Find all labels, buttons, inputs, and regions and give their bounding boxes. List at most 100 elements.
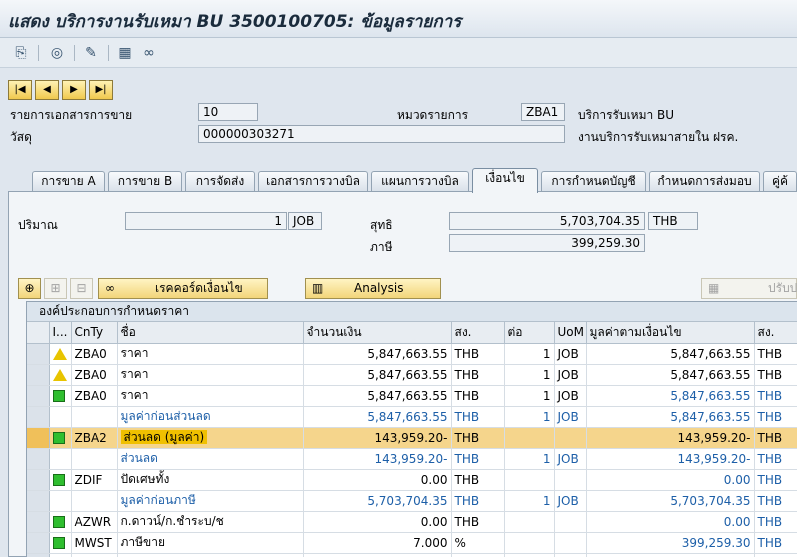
row-selector[interactable] xyxy=(27,490,50,512)
uom-cell[interactable]: JOB xyxy=(554,406,587,428)
name-cell[interactable]: ก.ดาวน์/ก.ชำระบ/ช xyxy=(117,511,304,533)
table-row[interactable]: มูลค่าก่อนส่วนลด 5,847,663.55 THB 1 JOB 5,847… xyxy=(27,406,797,428)
condition-value-cell[interactable]: 5,847,663.55 xyxy=(586,385,755,407)
tab-schedule-lines[interactable]: กำหนดการส่งมอบ xyxy=(649,171,760,192)
table-row[interactable]: ภาษีขาย xyxy=(27,553,797,557)
table-row[interactable]: ZBA0 ราคา 5,847,663.55 THB 1 JOB 5,847,663.55 T… xyxy=(27,343,797,365)
uom-cell[interactable]: JOB xyxy=(554,448,587,470)
material-field[interactable]: 000000303271 xyxy=(198,125,565,143)
amount-cell[interactable]: 5,847,663.55 xyxy=(303,364,452,386)
currency-cell[interactable]: THB xyxy=(451,364,505,386)
table-row[interactable]: ZBA2 ส่วนลด (มูลค่า) 143,959.20- THB 143,959… xyxy=(27,427,797,449)
cnty-cell[interactable] xyxy=(71,448,118,470)
net-value-field[interactable]: 5,703,704.35 xyxy=(449,212,645,230)
value-currency-cell[interactable]: THB xyxy=(754,511,797,533)
cnty-cell[interactable] xyxy=(71,406,118,428)
currency-cell[interactable] xyxy=(451,553,505,557)
currency-cell[interactable]: THB xyxy=(451,490,505,512)
tab-partners[interactable]: คู่ค้ xyxy=(763,171,797,192)
analysis-button[interactable]: ▥ Analysis xyxy=(305,278,441,299)
row-selector[interactable] xyxy=(27,532,50,554)
row-selector[interactable] xyxy=(27,385,50,407)
per-cell[interactable]: 1 xyxy=(504,385,555,407)
uom-cell[interactable]: JOB xyxy=(554,385,587,407)
per-cell[interactable] xyxy=(504,469,555,491)
col-header-icon[interactable]: I... xyxy=(49,322,72,344)
row-selector[interactable] xyxy=(27,427,50,449)
tax-field[interactable]: 399,259.30 xyxy=(449,234,645,252)
item-category-field[interactable]: ZBA1 xyxy=(521,103,565,121)
row-selector-header[interactable] xyxy=(27,322,50,344)
condition-value-cell[interactable] xyxy=(586,553,755,557)
display-change-icon[interactable]: ⎘ xyxy=(12,44,30,62)
tab-sales-b[interactable]: การขาย B xyxy=(108,171,182,192)
cnty-cell[interactable] xyxy=(71,553,118,557)
delete-row-button[interactable]: ⊟ xyxy=(70,278,93,299)
condition-value-cell[interactable]: 0.00 xyxy=(586,511,755,533)
name-cell[interactable]: ส่วนลด xyxy=(117,448,304,470)
row-selector[interactable] xyxy=(27,343,50,365)
amount-cell[interactable]: 143,959.20- xyxy=(303,427,452,449)
uom-cell[interactable]: JOB xyxy=(554,490,587,512)
value-currency-cell[interactable]: THB xyxy=(754,490,797,512)
condition-value-cell[interactable]: 5,703,704.35 xyxy=(586,490,755,512)
cnty-cell[interactable]: MWST xyxy=(71,532,118,554)
last-item-button[interactable]: ▶| xyxy=(89,80,113,100)
tab-billing-plan[interactable]: แผนการวางบิล xyxy=(371,171,469,192)
row-selector[interactable] xyxy=(27,406,50,428)
net-currency-field[interactable]: THB xyxy=(648,212,698,230)
name-cell[interactable]: ภาษีขาย xyxy=(117,553,304,557)
tab-billing-document[interactable]: เอกสารการวางบิล xyxy=(258,171,368,192)
table-row[interactable]: ZDIF ปัดเศษทั้ง 0.00 THB 0.00 THB xyxy=(27,469,797,491)
cnty-cell[interactable] xyxy=(71,490,118,512)
col-header-per[interactable]: ต่อ xyxy=(504,322,555,344)
name-cell[interactable]: ส่วนลด (มูลค่า) xyxy=(117,427,304,449)
name-cell[interactable]: ราคา xyxy=(117,343,304,365)
value-currency-cell[interactable]: THB xyxy=(754,532,797,554)
name-cell[interactable]: มูลค่าก่อนภาษี xyxy=(117,490,304,512)
table-row[interactable]: มูลค่าก่อนภาษี 5,703,704.35 THB 1 JOB 5,703,7… xyxy=(27,490,797,512)
table-row[interactable]: ZBA0 ราคา 5,847,663.55 THB 1 JOB 5,847,663.55 T… xyxy=(27,364,797,386)
col-header-cnty[interactable]: CnTy xyxy=(71,322,118,344)
row-selector[interactable] xyxy=(27,511,50,533)
row-selector[interactable] xyxy=(27,469,50,491)
per-cell[interactable] xyxy=(504,427,555,449)
per-cell[interactable]: 1 xyxy=(504,448,555,470)
uom-cell[interactable] xyxy=(554,511,587,533)
value-currency-cell[interactable]: THB xyxy=(754,364,797,386)
select-detail-button[interactable]: ⊕ xyxy=(18,278,41,299)
previous-item-button[interactable]: ◀ xyxy=(35,80,59,100)
cnty-cell[interactable]: ZBA0 xyxy=(71,385,118,407)
per-cell[interactable]: 1 xyxy=(504,364,555,386)
update-button[interactable]: ▦ ปรับป xyxy=(701,278,797,299)
cnty-cell[interactable]: ZDIF xyxy=(71,469,118,491)
uom-cell[interactable] xyxy=(554,553,587,557)
value-currency-cell[interactable]: THB xyxy=(754,343,797,365)
col-header-amount[interactable]: จำนวนเงิน xyxy=(303,322,452,344)
amount-cell[interactable]: 5,847,663.55 xyxy=(303,406,452,428)
name-cell[interactable]: ปัดเศษทั้ง xyxy=(117,469,304,491)
insert-row-button[interactable]: ⊞ xyxy=(44,278,67,299)
row-selector[interactable] xyxy=(27,448,50,470)
col-header-condition-value[interactable]: มูลค่าตามเงื่อนไข xyxy=(586,322,755,344)
amount-cell[interactable]: 5,847,663.55 xyxy=(303,385,452,407)
row-selector[interactable] xyxy=(27,364,50,386)
next-item-button[interactable]: ▶ xyxy=(62,80,86,100)
condition-value-cell[interactable]: 5,847,663.55 xyxy=(586,406,755,428)
condition-record-button[interactable]: ∞ เรคคอร์ดเงื่อนไข xyxy=(98,278,268,299)
tab-sales-a[interactable]: การขาย A xyxy=(32,171,105,192)
table-row[interactable]: MWST ภาษีขาย 7.000% 399,259.30 THB xyxy=(27,532,797,554)
value-currency-cell[interactable]: THB xyxy=(754,406,797,428)
tab-account-assignment[interactable]: การกำหนดบัญชี xyxy=(541,171,646,192)
value-currency-cell[interactable]: THB xyxy=(754,427,797,449)
name-cell[interactable]: ภาษีขาย xyxy=(117,532,304,554)
calculator-icon[interactable]: ▦ xyxy=(116,44,134,62)
table-row[interactable]: AZWR ก.ดาวน์/ก.ชำระบ/ช 0.00 THB 0.00 THB xyxy=(27,511,797,533)
cnty-cell[interactable]: ZBA0 xyxy=(71,343,118,365)
per-cell[interactable]: 1 xyxy=(504,490,555,512)
tab-shipping[interactable]: การจัดส่ง xyxy=(185,171,255,192)
uom-cell[interactable] xyxy=(554,427,587,449)
condition-value-cell[interactable]: 5,847,663.55 xyxy=(586,343,755,365)
value-currency-cell[interactable]: THB xyxy=(754,385,797,407)
row-selector[interactable] xyxy=(27,553,50,557)
